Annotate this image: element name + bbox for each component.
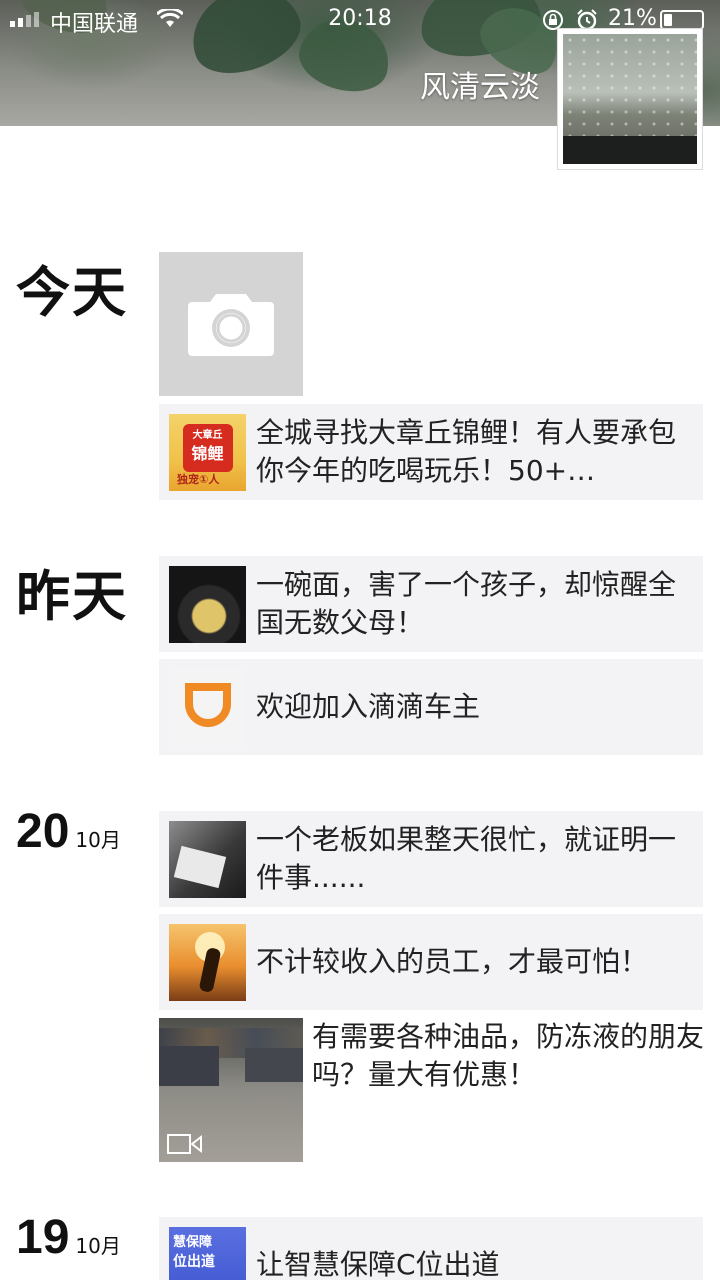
battery-icon xyxy=(660,10,704,30)
shared-article-koi[interactable]: 大章丘 锦鲤 独宠①人 全城寻找大章丘锦鲤！有人要承包你今年的吃喝玩乐！50+… xyxy=(159,404,703,500)
thumb-text: 慧保障 xyxy=(173,1234,213,1250)
shared-article-boss[interactable]: 一个老板如果整天很忙，就证明一件事...... xyxy=(159,811,703,907)
article-thumbnail: 大章丘 锦鲤 独宠①人 xyxy=(169,413,246,491)
article-title: 欢迎加入滴滴车主 xyxy=(256,690,481,723)
article-title: 让智慧保障C位出道 xyxy=(256,1248,500,1280)
thumb-text: 锦鲤 xyxy=(191,443,224,463)
article-title: 一个老板如果整天很忙，就证明一件事...... xyxy=(256,823,677,894)
video-post-text[interactable]: 有需要各种油品，防冻液的朋友吗？量大有优惠！ xyxy=(312,1018,704,1094)
article-title: 一碗面，害了一个孩子，却惊醒全国无数父母！ xyxy=(256,568,677,639)
profile-avatar[interactable] xyxy=(557,28,703,170)
thumb-text: 独宠①人 xyxy=(177,472,220,486)
article-title: 全城寻找大章丘锦鲤！有人要承包你今年的吃喝玩乐！50+… xyxy=(256,416,677,487)
thumb-text: 位出道 xyxy=(173,1253,215,1270)
article-thumbnail xyxy=(169,565,246,643)
date-day: 20 xyxy=(16,805,70,858)
article-title: 不计较收入的员工，才最可怕！ xyxy=(256,945,649,978)
video-icon xyxy=(167,1134,202,1154)
camera-icon xyxy=(188,294,274,356)
shared-article-noodle[interactable]: 一碗面，害了一个孩子，却惊醒全国无数父母！ xyxy=(159,556,703,652)
article-thumbnail: 慧保障 位出道 xyxy=(169,1226,246,1280)
date-label-oct20: 20 10月 xyxy=(16,804,121,859)
add-photo-button[interactable] xyxy=(159,252,303,396)
date-month: 10月 xyxy=(75,828,121,852)
didi-logo-icon xyxy=(169,668,246,746)
shared-article-employee[interactable]: 不计较收入的员工，才最可怕！ xyxy=(159,914,703,1010)
date-label-yesterday: 昨天 xyxy=(16,565,128,628)
video-post-thumbnail[interactable] xyxy=(159,1018,303,1162)
shared-article-didi[interactable]: 欢迎加入滴滴车主 xyxy=(159,659,703,755)
article-thumbnail xyxy=(169,923,246,1001)
date-label-oct19: 19 10月 xyxy=(16,1210,121,1265)
shared-article-insurance[interactable]: 慧保障 位出道 让智慧保障C位出道 xyxy=(159,1217,703,1280)
article-thumbnail xyxy=(169,820,246,898)
date-day: 19 xyxy=(16,1211,70,1264)
profile-name[interactable]: 风清云淡 xyxy=(340,62,540,106)
thumb-text: 大章丘 xyxy=(192,429,223,441)
date-label-today: 今天 xyxy=(16,261,128,324)
date-month: 10月 xyxy=(75,1234,121,1258)
